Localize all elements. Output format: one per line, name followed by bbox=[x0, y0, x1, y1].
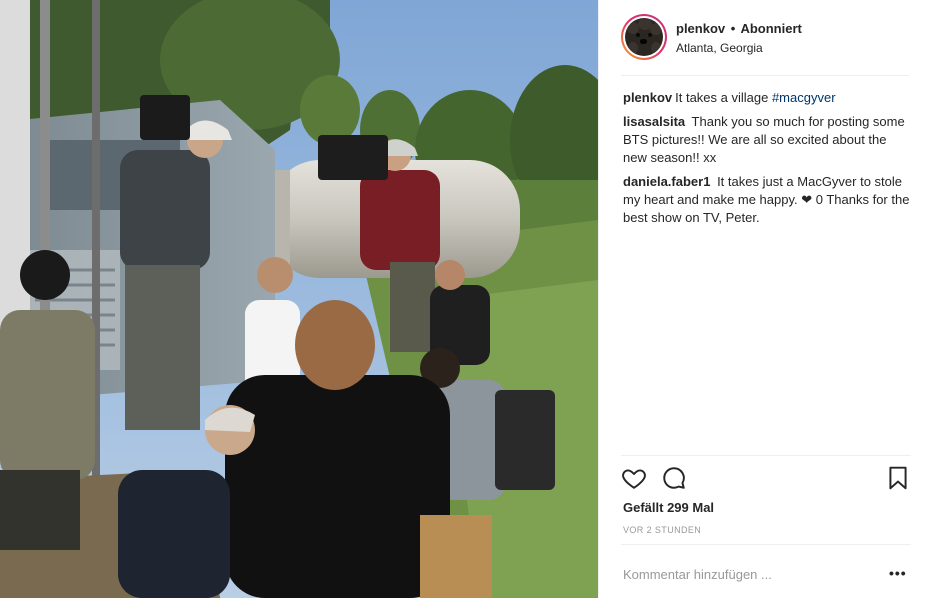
header-separator: • bbox=[730, 21, 736, 36]
heart-icon[interactable] bbox=[621, 465, 647, 491]
comment-icon[interactable] bbox=[661, 465, 687, 491]
post-actions: Gefällt 299 Mal VOR 2 STUNDEN bbox=[621, 455, 911, 545]
header-text: plenkov • Abonniert Atlanta, Georgia bbox=[676, 21, 802, 56]
comment: daniela.faber1 It takes just a MacGyver … bbox=[623, 173, 913, 227]
bookmark-icon[interactable] bbox=[885, 465, 911, 491]
post-header: plenkov • Abonniert Atlanta, Georgia bbox=[621, 14, 909, 76]
comment: lisasalsita Thank you so much for postin… bbox=[623, 113, 913, 167]
comment-username[interactable]: daniela.faber1 bbox=[623, 174, 710, 189]
location-link[interactable]: Atlanta, Georgia bbox=[676, 40, 802, 56]
comment-form: ••• bbox=[621, 544, 911, 598]
film-set-photo bbox=[0, 0, 598, 598]
comment-username[interactable]: plenkov bbox=[623, 90, 672, 105]
caption: plenkov It takes a village #macgyver bbox=[623, 89, 913, 107]
follow-status-button[interactable]: Abonniert bbox=[740, 21, 801, 36]
hashtag-link[interactable]: #macgyver bbox=[772, 90, 836, 105]
more-icon[interactable]: ••• bbox=[889, 565, 909, 581]
post-timestamp[interactable]: VOR 2 STUNDEN bbox=[623, 525, 701, 535]
likes-count[interactable]: Gefällt 299 Mal bbox=[623, 500, 714, 515]
header-username[interactable]: plenkov bbox=[676, 21, 725, 36]
comments-list: plenkov It takes a village #macgyver lisa… bbox=[623, 89, 913, 233]
post-photo[interactable] bbox=[0, 0, 598, 598]
post-sidebar: plenkov • Abonniert Atlanta, Georgia ple… bbox=[598, 0, 932, 598]
comment-input[interactable] bbox=[623, 564, 863, 584]
comment-username[interactable]: lisasalsita bbox=[623, 114, 685, 129]
avatar[interactable] bbox=[621, 14, 667, 60]
avatar-image bbox=[625, 18, 663, 56]
comment-text: It takes a village bbox=[675, 90, 772, 105]
